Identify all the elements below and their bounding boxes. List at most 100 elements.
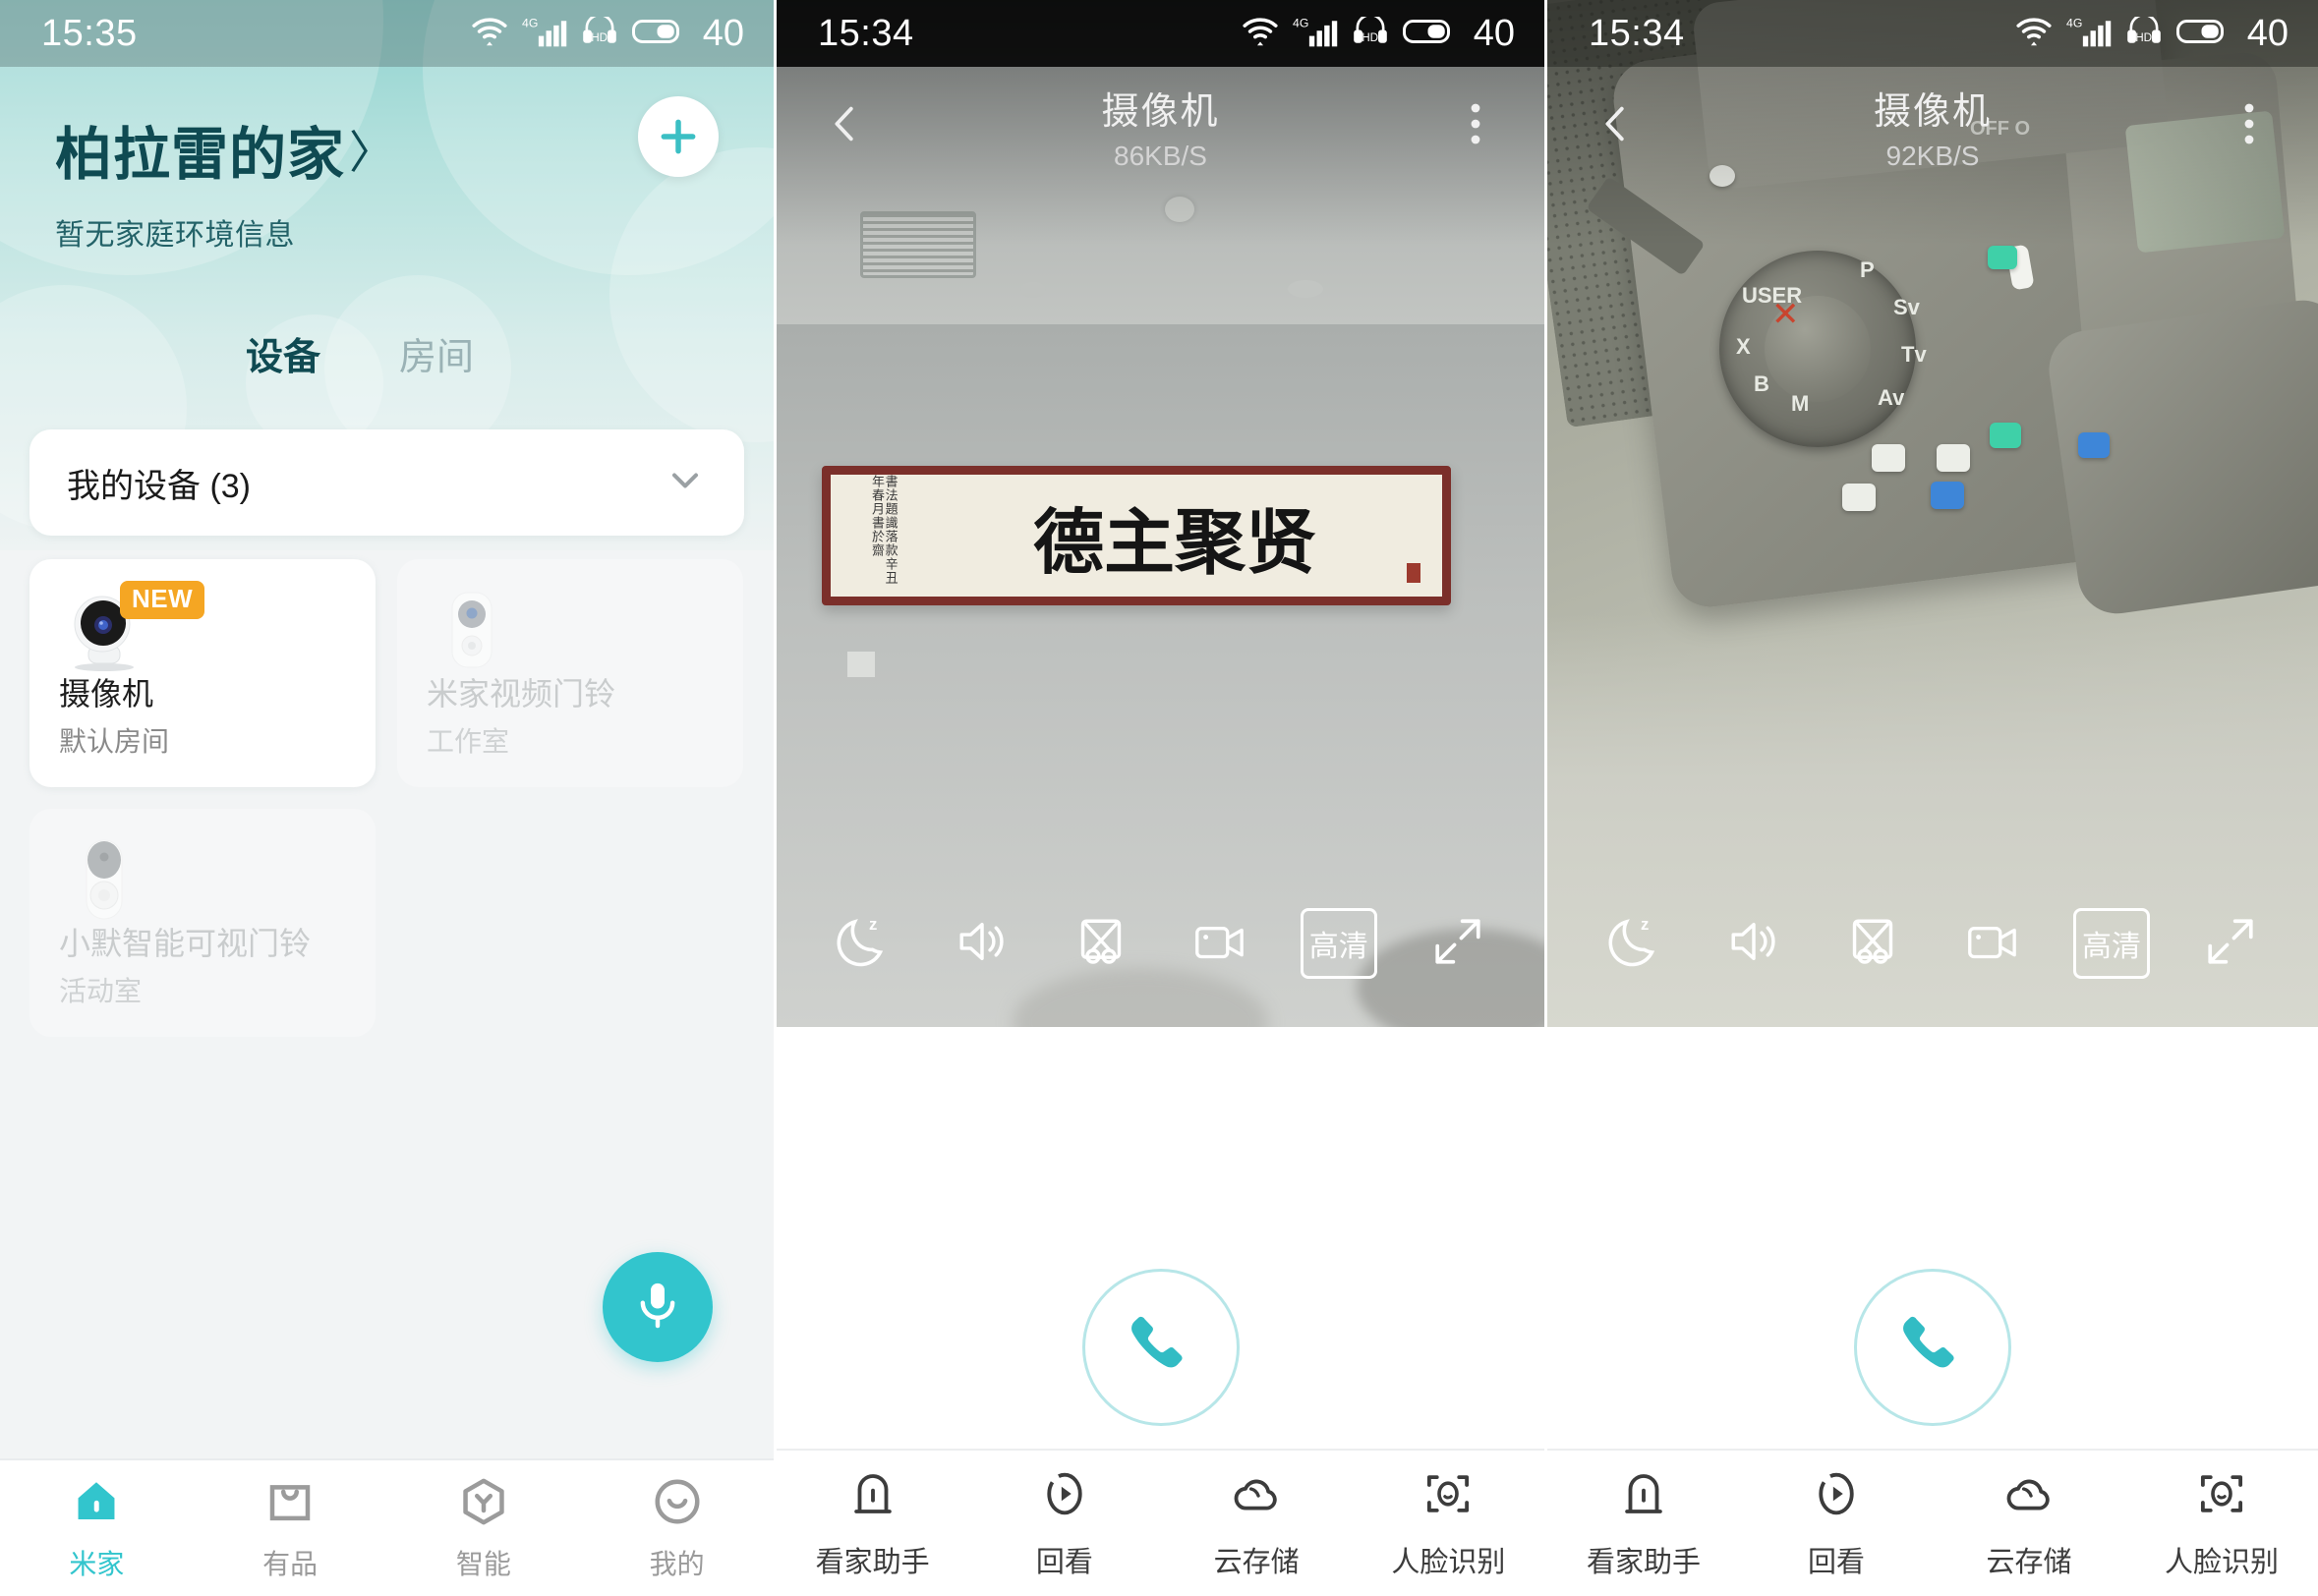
more-options-button[interactable] — [1446, 100, 1505, 152]
device-room: 活动室 — [59, 976, 143, 1006]
device-name: 小默智能可视门铃 — [59, 926, 312, 961]
sleep-moon-icon: z — [1604, 911, 1665, 977]
feature-cloud-storage[interactable]: 云存储 — [1933, 1467, 2125, 1580]
svg-text:4G: 4G — [1293, 16, 1308, 29]
device-cards: NEW 摄像机 默认房间 米家视频门铃 工作室 小默智能可视门铃 活动室 — [29, 559, 744, 1037]
record-video-icon — [1189, 911, 1250, 977]
plaque-calligraphy: 德主聚贤 — [1032, 499, 1316, 584]
feature-playback[interactable]: 回看 — [1740, 1467, 1933, 1580]
phone-icon — [1897, 1310, 1968, 1386]
svg-text:HD: HD — [1362, 31, 1378, 44]
nav-item-profile[interactable]: 我的 — [580, 1475, 774, 1582]
cellular-signal-icon: 4G — [1293, 15, 1338, 53]
camera-video-feed[interactable]: ✕ OFF O P Sv Tv Av M B X USER — [1547, 0, 2318, 1027]
more-options-button[interactable] — [2220, 100, 2279, 152]
doorbell2-device-icon — [59, 834, 149, 925]
wifi-icon — [471, 16, 508, 52]
quality-button[interactable]: 高清 — [2070, 902, 2153, 985]
fullscreen-button[interactable] — [1417, 902, 1499, 985]
feature-label: 回看 — [1035, 1546, 1093, 1578]
device-group-label: 我的设备 (3) — [67, 467, 251, 505]
record-button[interactable] — [1951, 902, 2034, 985]
shopping-bag-icon — [263, 1475, 317, 1533]
volume-icon — [953, 912, 1012, 976]
home-icon — [70, 1475, 123, 1533]
add-device-button[interactable] — [638, 96, 719, 177]
wifi-icon — [2015, 16, 2053, 52]
tab-devices[interactable]: 设备 — [246, 326, 320, 388]
feature-home-guard[interactable]: 看家助手 — [1547, 1467, 1740, 1580]
chevron-right-icon: 〉 — [349, 127, 396, 178]
cloud-storage-icon — [1230, 1467, 1283, 1525]
volume-button[interactable] — [1712, 902, 1795, 985]
chevron-down-icon — [664, 459, 707, 507]
back-button[interactable] — [1587, 101, 1646, 151]
camera-bitrate: 86KB/S — [1114, 140, 1207, 171]
battery-percent: 40 — [702, 12, 744, 54]
fullscreen-expand-icon — [1428, 912, 1487, 976]
camera-feature-nav: 看家助手 回看 云存储 人脸识别 — [777, 1449, 1544, 1596]
fullscreen-button[interactable] — [2189, 902, 2272, 985]
status-bar-time: 15:34 — [1589, 12, 1685, 54]
record-video-icon — [1962, 911, 2023, 977]
svg-text:4G: 4G — [522, 16, 538, 29]
more-vertical-icon — [2242, 100, 2256, 152]
back-button[interactable] — [816, 101, 875, 151]
nav-item-automation[interactable]: 智能 — [387, 1475, 581, 1582]
sleep-mode-button[interactable]: z — [822, 902, 904, 985]
camera-live-screen-2: ✕ OFF O P Sv Tv Av M B X USER — [1547, 0, 2318, 1596]
quality-badge: 高清 — [1300, 908, 1377, 979]
record-button[interactable] — [1179, 902, 1261, 985]
home-env-subtitle: 暂无家庭环境信息 — [55, 219, 295, 252]
svg-text:4G: 4G — [2066, 16, 2082, 29]
battery-icon — [1402, 17, 1456, 51]
home-tabs: 设备 房间 — [0, 326, 774, 388]
wifi-icon — [1242, 16, 1279, 52]
nav-item-youpin[interactable]: 有品 — [194, 1475, 387, 1582]
battery-icon — [631, 17, 685, 51]
playback-icon — [1038, 1467, 1091, 1525]
voice-assistant-button[interactable] — [603, 1252, 713, 1362]
fullscreen-expand-icon — [2201, 912, 2260, 976]
device-card-mijia-doorbell[interactable]: 米家视频门铃 工作室 — [397, 559, 743, 787]
volume-button[interactable] — [941, 902, 1023, 985]
camera-title-block: 摄像机 86KB/S — [875, 81, 1446, 172]
voice-call-button[interactable] — [1081, 1269, 1240, 1426]
bottom-navigation: 米家 有品 智能 我的 — [0, 1458, 774, 1596]
playback-icon — [1810, 1467, 1863, 1525]
sleep-moon-icon: z — [833, 911, 894, 977]
screenshot-button[interactable] — [1831, 902, 1914, 985]
feature-playback[interactable]: 回看 — [968, 1467, 1160, 1580]
camera-video-feed[interactable]: 書法題識落款辛丑年春月書於齋 德主聚贤 15:34 4G HD 40 摄像机 8… — [777, 0, 1544, 1027]
feature-label: 回看 — [1807, 1546, 1865, 1578]
feature-label: 云存储 — [1213, 1546, 1300, 1578]
tab-rooms[interactable]: 房间 — [399, 326, 474, 388]
feature-cloud-storage[interactable]: 云存储 — [1161, 1467, 1353, 1580]
screenshot-button[interactable] — [1060, 902, 1142, 985]
feature-face-recognition[interactable]: 人脸识别 — [2125, 1467, 2318, 1580]
voice-call-button[interactable] — [1854, 1269, 2011, 1426]
device-card-camera[interactable]: NEW 摄像机 默认房间 — [29, 559, 376, 787]
chevron-left-icon — [823, 101, 868, 151]
plaque-side-text: 書法題識落款辛丑年春月書於齋 — [870, 475, 898, 585]
feature-home-guard[interactable]: 看家助手 — [777, 1467, 968, 1580]
hd-voice-icon: HD — [581, 13, 618, 51]
camera-live-screen-1: 書法題識落款辛丑年春月書於齋 德主聚贤 15:34 4G HD 40 摄像机 8… — [777, 0, 1547, 1596]
status-bar-time: 15:35 — [41, 12, 138, 54]
automation-hexagon-icon — [457, 1475, 510, 1533]
sleep-mode-button[interactable]: z — [1594, 902, 1676, 985]
camera-toolbar: z 高清 — [777, 860, 1544, 1027]
status-bar-time: 15:34 — [818, 12, 914, 54]
quality-button[interactable]: 高清 — [1298, 902, 1380, 985]
calligraphy-plaque: 書法題識落款辛丑年春月書於齋 德主聚贤 — [822, 466, 1451, 605]
hd-voice-icon: HD — [2125, 13, 2163, 51]
feature-face-recognition[interactable]: 人脸识别 — [1353, 1467, 1544, 1580]
device-card-xiaomo-doorbell[interactable]: 小默智能可视门铃 活动室 — [29, 809, 376, 1037]
feature-label: 看家助手 — [1586, 1546, 1701, 1578]
screenshot-scissors-icon — [1843, 912, 1902, 976]
nav-item-mihome[interactable]: 米家 — [0, 1475, 194, 1582]
cloud-storage-icon — [2002, 1467, 2056, 1525]
device-group-header[interactable]: 我的设备 (3) — [29, 429, 744, 536]
device-name: 摄像机 — [59, 676, 154, 712]
camera-feature-nav: 看家助手 回看 云存储 人脸识别 — [1547, 1449, 2318, 1596]
